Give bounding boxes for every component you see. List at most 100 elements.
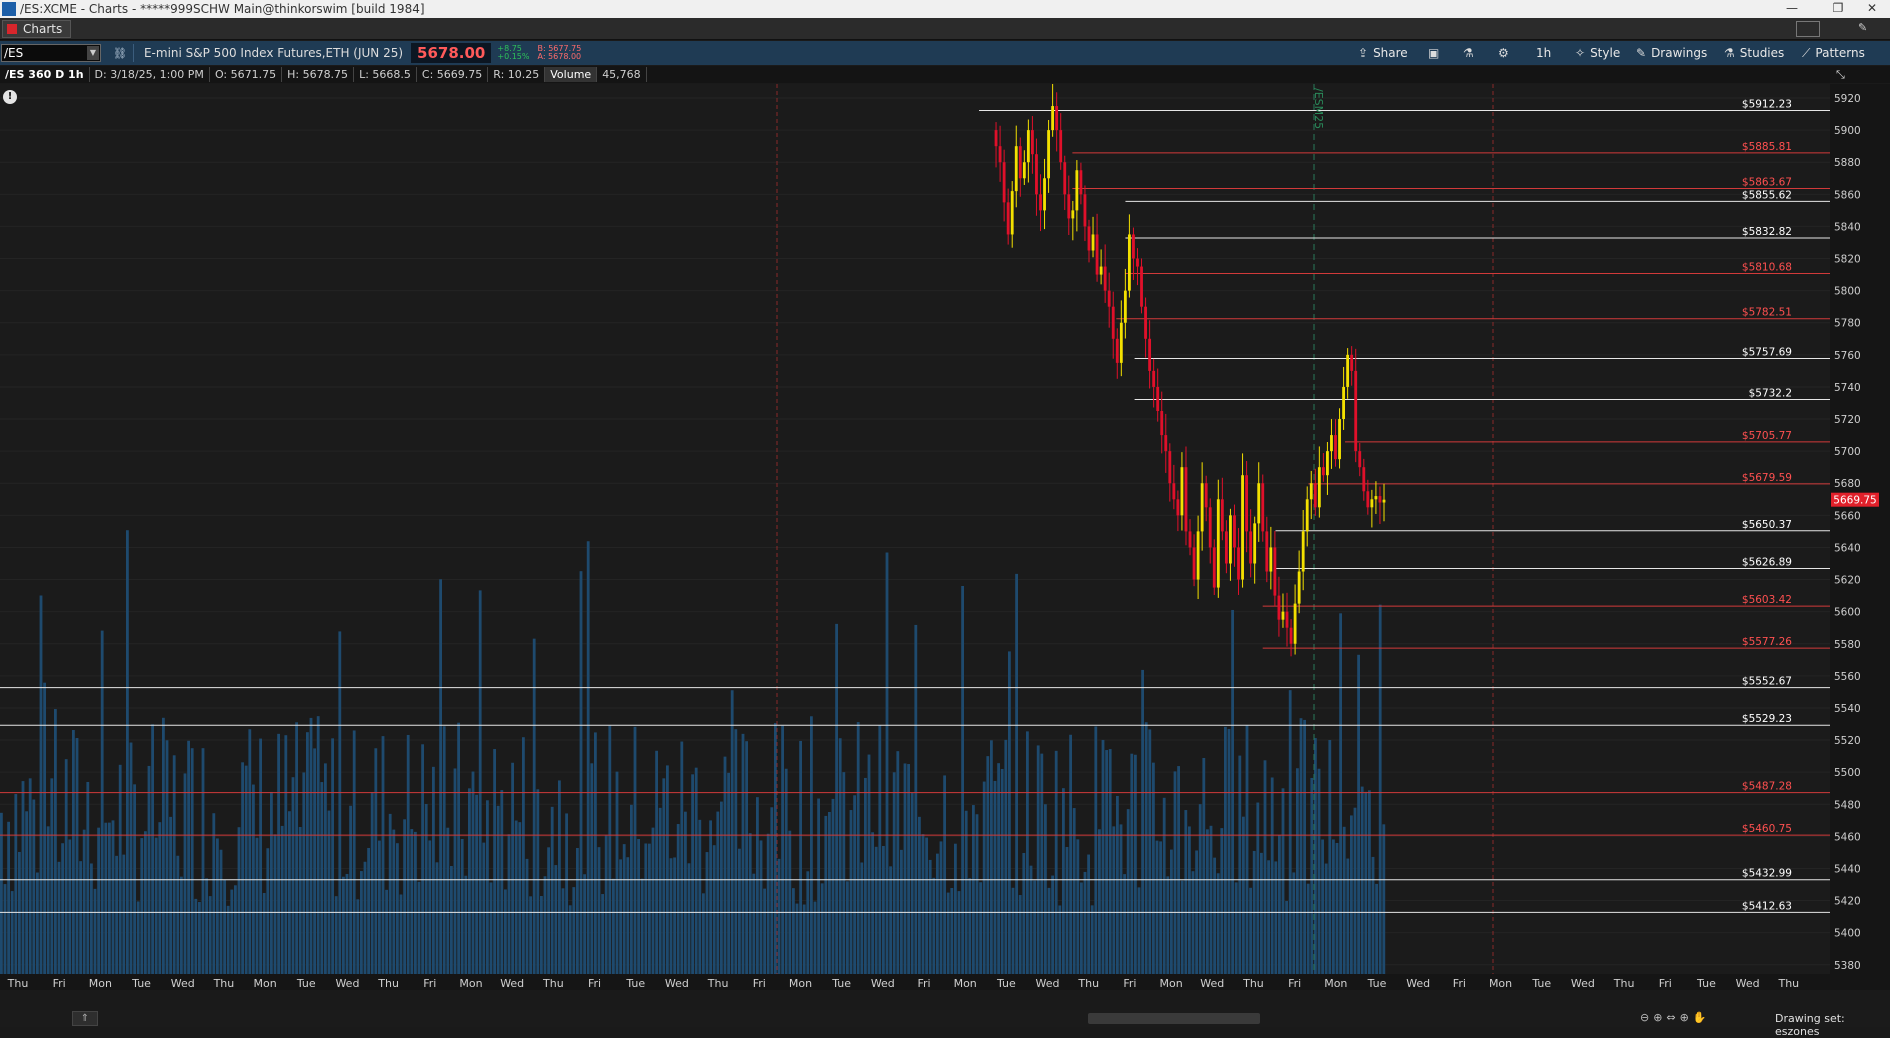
time-axis-label: Mon [954,977,977,990]
time-axis[interactable]: Thu Fri Mon Tue Wed Thu Mon Tue Wed Thu Fri Mon Wed T… [0,974,1830,990]
style-button[interactable]: ✧ Style [1575,44,1620,62]
timeframe-button[interactable]: 1h [1536,44,1551,62]
volume-bar [777,858,781,976]
share-button[interactable]: ⇪ Share [1358,44,1408,62]
volume-bar [147,765,151,976]
volume-bar [255,837,259,976]
time-axis-label: Mon [1159,977,1182,990]
volume-bar [1368,790,1371,976]
time-axis-label: Tue [296,977,316,990]
candle-body [1002,162,1006,203]
scroll-up-icon[interactable]: ⇑ [72,1011,98,1026]
volume-bar [468,788,471,976]
volume-bar [788,830,792,976]
lab-button[interactable]: ⚗ [1463,44,1479,62]
volume-bar [637,838,640,976]
volume-bar [349,805,352,976]
charts-tab[interactable]: Charts [2,19,72,38]
layout-icon[interactable] [1796,21,1820,37]
price-chart[interactable]: $5912.23 $5885.81 $5863.67$5855.62 $5832.82… [0,84,1890,990]
volume-bar [43,682,46,976]
candle-body [1018,146,1022,179]
volume-bar [331,738,334,976]
patterns-icon: ⟋ [1802,45,1811,60]
price-axis[interactable] [1830,84,1890,990]
link-icon[interactable]: ⛓ [113,47,127,60]
price-level-label: $5855.62 [1742,189,1792,201]
volume-bar [817,798,820,976]
snapshot-button[interactable]: ▣ [1428,44,1444,62]
camera-icon: ▣ [1428,46,1440,60]
volume-bar [241,762,244,976]
volume-bar [540,896,543,976]
volume-bar [676,824,680,976]
volume-bar [284,735,288,976]
studies-button[interactable]: ⚗ Studies [1724,44,1784,62]
volume-bar [190,748,194,976]
volume-bar [295,722,298,976]
bar-high: H: 5678.75 [282,67,355,82]
volume-bar [1281,788,1285,976]
volume-label[interactable]: Volume [545,67,598,82]
chart-info-bar: /ES 360 D 1h D: 3/18/25, 1:00 PM O: 5671… [0,66,1890,83]
volume-bar [475,794,478,976]
price-axis-label: 5800 [1834,286,1861,298]
scrollbar-thumb[interactable] [1088,1013,1260,1024]
volume-bar [1134,754,1137,976]
volume-bar [298,827,302,976]
timeframe-label: 1h [1536,46,1552,60]
volume-bar [604,835,608,976]
price-level-label: $5782.51 [1742,307,1792,319]
drawings-button[interactable]: ✎ Drawings [1636,44,1707,62]
close-icon[interactable]: ✕ [1854,0,1890,18]
time-axis-label: Fri [1453,977,1466,990]
volume-bar [90,863,93,976]
expand-icon[interactable]: ⤡ [1836,68,1845,82]
volume-bar [946,892,950,976]
volume-bar [522,737,525,976]
candle-body [1051,106,1055,131]
volume-bar [93,888,97,976]
volume-bar [1022,852,1026,976]
volume-bar [345,873,349,976]
volume-bar [666,765,669,976]
price-level-label: $5412.63 [1742,900,1792,912]
volume-bar [619,859,622,976]
candle-body [1026,130,1030,163]
pin-icon[interactable]: ✎ [1858,21,1870,37]
symbol-input[interactable] [1,44,101,62]
candle-body [1354,370,1358,452]
alert-icon[interactable]: ! [3,90,17,104]
candle-body [1083,194,1087,227]
volume-bar [457,722,460,976]
volume-bar [414,831,417,976]
candle-body [1192,547,1196,580]
expiry-label: /ESM25 [1312,88,1325,129]
volume-bar [615,771,619,976]
time-axis-label: Wed [871,977,895,990]
price-axis-label: 5720 [1834,414,1861,426]
price-axis-label: 5900 [1834,125,1861,137]
time-axis-label: Thu [377,977,399,990]
volume-bar [165,740,169,976]
volume-bar [1227,728,1231,976]
settings-button[interactable]: ⚙ [1498,44,1514,62]
volume-bar [1177,766,1180,976]
time-axis-label: Tue [1531,977,1551,990]
volume-bar [180,876,183,976]
volume-bar [428,840,432,976]
volume-bar [1310,777,1314,976]
zoom-controls[interactable]: ⊖⊕⇔⊕✋ [1640,1011,1711,1024]
volume-value: 45,768 [597,67,647,82]
volume-bar [586,541,590,976]
patterns-button[interactable]: ⟋ Patterns [1802,44,1865,62]
volume-bar [878,725,882,976]
chevron-down-icon[interactable]: ▼ [87,46,99,60]
volume-bar [1292,872,1296,976]
volume-bar [871,832,874,976]
time-axis-label: Wed [1036,977,1060,990]
restore-icon[interactable]: ❐ [1820,0,1856,18]
candle-body [1099,266,1103,275]
volume-bar [759,840,763,976]
minimize-icon[interactable]: — [1774,0,1810,18]
